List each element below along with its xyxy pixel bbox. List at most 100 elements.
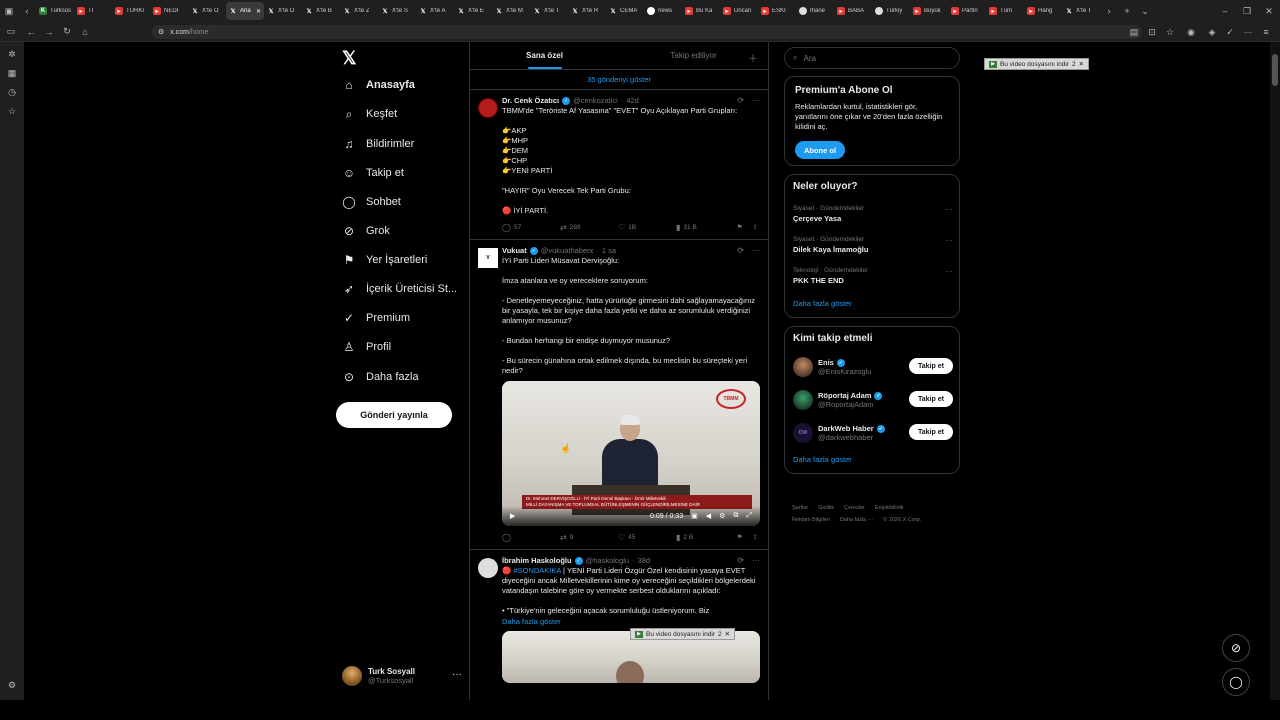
footer-link[interactable]: Şartlar [792, 505, 808, 511]
extensions-icon[interactable]: ⋯ [1240, 22, 1256, 42]
follow-suggestion[interactable]: Röportaj Adam ✓ @RoportajAdam Takip et [793, 388, 953, 412]
site-info-icon[interactable]: ⚙ [158, 28, 164, 36]
tweet-video[interactable]: TBMM Dr. Mehmet DERVİŞOĞLU - İYİ Parti G… [502, 381, 760, 526]
tweet-author-handle[interactable]: @haskologlu [586, 556, 629, 565]
history-icon[interactable]: ◷ [3, 84, 21, 101]
footer-link[interactable]: Reklam Bilgileri [792, 517, 830, 523]
tweet-author-name[interactable]: İbrahim Haskoloğlu [502, 556, 572, 565]
trend-item[interactable]: Teknoloji · Gündemdekiler PKK THE END ··… [793, 267, 953, 285]
browser-tab[interactable]: 𝕏 X'te S [378, 2, 416, 20]
browser-tab[interactable]: 𝕏 X'te A [416, 2, 454, 20]
workspaces-icon[interactable]: ▣ [0, 0, 18, 22]
more-icon[interactable]: ··· [945, 205, 953, 214]
footer-link[interactable]: Gizlilik [818, 505, 834, 511]
nav-item-grok[interactable]: ⊘ Grok [336, 220, 476, 242]
grok-icon[interactable]: ⟳ [737, 556, 744, 565]
footer-link[interactable]: Erişilebilirlik [875, 505, 904, 511]
browser-tab[interactable]: ▸ Tİ [74, 2, 112, 20]
post-button[interactable]: Gönderi yayınla [336, 402, 452, 428]
browser-tab[interactable]: K Turksos [36, 2, 74, 20]
restore-icon[interactable]: ❐ [1236, 0, 1258, 22]
more-icon[interactable]: ··· [752, 556, 760, 565]
browser-tab[interactable]: ▸ BABA [834, 2, 872, 20]
browser-tab[interactable]: ▸ ESKİ [758, 2, 796, 20]
browser-tab[interactable]: 𝕏 X'te M [492, 2, 530, 20]
trends-show-more[interactable]: Daha fazla göster [793, 299, 852, 308]
views-button[interactable]: ▮ 2 B [676, 533, 734, 542]
bookmark-icon[interactable]: ⚑ [737, 223, 743, 231]
browser-tab[interactable]: ▸ Bu Ka [682, 2, 720, 20]
favorites-icon[interactable]: ☆ [3, 103, 21, 120]
back-icon[interactable]: ← [22, 21, 40, 43]
search-input[interactable]: ⌕ Ara [784, 47, 960, 69]
follow-button[interactable]: Takip et [909, 424, 953, 440]
wallet-icon[interactable]: ▦ [3, 65, 21, 82]
tab-scroll-left-icon[interactable]: ‹ [18, 0, 36, 22]
vpn-icon[interactable]: ◈ [1204, 22, 1220, 42]
download-video-badge[interactable]: ▶ Bu video dosyasını indir 2 ✕ [630, 628, 736, 640]
show-new-posts[interactable]: 35 gönderiyi göster [470, 70, 768, 90]
tweet-author-handle[interactable]: @cenkozatici [573, 96, 618, 105]
minimize-icon[interactable]: – [1214, 0, 1236, 22]
browser-tab[interactable]: 𝕏 X'te T [1062, 2, 1100, 20]
close-tab-icon[interactable]: ✕ [256, 8, 261, 15]
trend-item[interactable]: Siyaset · Gündemdekiler Dilek Kaya İmamo… [793, 236, 953, 254]
browser-tab[interactable]: 𝕏 Ana ✕ [226, 2, 264, 20]
account-icon[interactable]: ◉ [1180, 22, 1202, 42]
browser-tab[interactable]: ▸ Tüm [986, 2, 1024, 20]
browser-tab[interactable]: 𝕏 X'te Z [340, 2, 378, 20]
reload-icon[interactable]: ↻ [58, 21, 76, 43]
browser-tab[interactable]: ▸ Uncan [720, 2, 758, 20]
nav-item-chat[interactable]: ◯ Sohbet [336, 191, 476, 213]
download-video-badge[interactable]: ▶ Bu video dosyasını indir 2 ✕ [984, 58, 1090, 70]
browser-tab[interactable]: 𝕏 X'te E [454, 2, 492, 20]
like-button[interactable]: ♡ 45 [618, 533, 676, 542]
avatar[interactable] [478, 98, 498, 118]
avatar[interactable]: V [478, 248, 498, 268]
share-icon[interactable]: ⇪ [753, 223, 758, 231]
nav-item-rocket[interactable]: ➶ İçerik Üreticisi St... [336, 278, 476, 300]
more-icon[interactable]: ··· [752, 96, 760, 105]
add-tab-icon[interactable]: ＋ [748, 50, 758, 65]
tab-scroll-right-icon[interactable]: › [1100, 0, 1118, 22]
shield-icon[interactable]: ✓ [1222, 22, 1238, 42]
follow-show-more[interactable]: Daha fazla göster [793, 455, 852, 464]
browser-tab[interactable]: İhane [796, 2, 834, 20]
grok-icon[interactable]: ⟳ [737, 96, 744, 105]
browser-tab[interactable]: 𝕏 CEMA [606, 2, 644, 20]
grok-floating-button[interactable]: ⊘ [1222, 634, 1250, 662]
footer-link[interactable]: Çerezler [844, 505, 865, 511]
nav-item-bookmark[interactable]: ⚑ Yer İşaretleri [336, 249, 476, 271]
close-icon[interactable]: ✕ [725, 630, 730, 638]
sidebar-toggle-icon[interactable]: ▭ [0, 21, 22, 43]
browser-tab[interactable]: ▸ Büyük [910, 2, 948, 20]
bookmark-star-icon[interactable]: ☆ [1162, 22, 1178, 42]
address-bar[interactable]: ⚙ x.com/home [152, 25, 1142, 39]
reply-button[interactable]: ◯ [502, 533, 560, 542]
reader-icon[interactable]: ▤ [1126, 22, 1142, 42]
ai-icon[interactable]: ✲ [3, 46, 21, 63]
tab-list-icon[interactable]: ⌄ [1136, 0, 1154, 22]
tweet-author-name[interactable]: Dr. Cenk Özatıcı [502, 96, 559, 105]
repost-button[interactable]: ⇄ 9 [560, 533, 618, 542]
captions-icon[interactable]: ▣ [691, 512, 698, 520]
nav-item-bell[interactable]: ♫ Bildirimler [336, 133, 476, 155]
show-more-link[interactable]: Daha fazla göster [502, 617, 758, 626]
follow-button[interactable]: Takip et [909, 358, 953, 374]
footer-link[interactable]: © 2026 X Corp. [883, 517, 921, 523]
tweet[interactable]: Dr. Cenk Özatıcı ✓ @cenkozatici · 42d ⟳ ·… [470, 90, 768, 240]
browser-tab[interactable]: ▸ TÜRKİ [112, 2, 150, 20]
subscribe-button[interactable]: Abone ol [795, 141, 845, 159]
more-icon[interactable]: ··· [452, 669, 462, 680]
x-logo-icon[interactable]: 𝕏 [342, 48, 357, 69]
tweet-time[interactable]: 1 sa [602, 246, 616, 255]
tweet-author-name[interactable]: Vukuat [502, 246, 527, 255]
browser-tab[interactable]: 𝕏 X'te T [530, 2, 568, 20]
browser-tab[interactable]: 𝕏 X'te D [264, 2, 302, 20]
footer-link[interactable]: Daha fazla ··· [840, 517, 873, 523]
share-icon[interactable]: ⇪ [753, 533, 758, 541]
page-scrollbar[interactable] [1270, 42, 1280, 700]
account-switcher[interactable]: Turk Sosyall @Turksosyall ··· [342, 664, 462, 688]
browser-tab[interactable]: Türkiy [872, 2, 910, 20]
nav-item-home[interactable]: ⌂ Anasayfa [336, 74, 476, 96]
